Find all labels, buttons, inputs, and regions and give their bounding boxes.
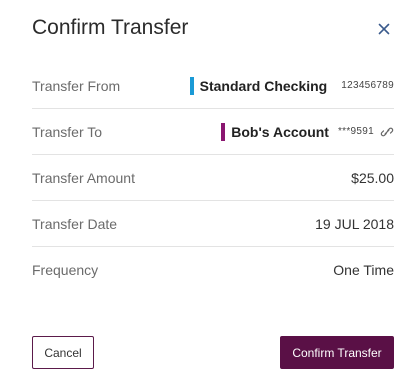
- transfer-from-row: Transfer From Standard Checking 12345678…: [32, 63, 394, 109]
- transfer-from-value: Standard Checking 123456789: [189, 76, 394, 95]
- transfer-amount-label: Transfer Amount: [32, 169, 135, 186]
- transfer-to-row: Transfer To Bob's Account ***9591: [32, 109, 394, 155]
- transfer-amount-row: Transfer Amount $25.00: [32, 155, 394, 201]
- account-color-bar: [189, 76, 194, 95]
- transfer-to-label: Transfer To: [32, 123, 103, 140]
- transfer-amount-value: $25.00: [351, 169, 394, 186]
- from-account-number: 123456789: [341, 80, 394, 91]
- frequency-value: One Time: [333, 262, 394, 278]
- from-account-name: Standard Checking: [199, 77, 328, 94]
- transfer-date-label: Transfer Date: [32, 215, 118, 232]
- dialog-title: Confirm Transfer: [32, 16, 189, 39]
- confirm-transfer-button[interactable]: Confirm Transfer: [280, 336, 394, 369]
- link-icon[interactable]: [380, 125, 394, 139]
- to-account-name: Bob's Account: [231, 123, 329, 140]
- dialog-header: Confirm Transfer: [32, 14, 393, 44]
- confirm-transfer-dialog: Confirm Transfer Transfer From Standard …: [0, 0, 413, 385]
- cancel-button[interactable]: Cancel: [32, 336, 94, 369]
- transfer-details: Transfer From Standard Checking 12345678…: [32, 63, 394, 293]
- transfer-to-value: Bob's Account ***9591: [221, 122, 394, 141]
- to-account-number: ***9591: [337, 126, 374, 137]
- transfer-from-label: Transfer From: [32, 77, 121, 94]
- close-icon[interactable]: [375, 20, 393, 38]
- frequency-label: Frequency: [32, 262, 99, 278]
- transfer-date-row: Transfer Date 19 JUL 2018: [32, 201, 394, 247]
- account-color-bar: [221, 122, 226, 141]
- frequency-row: Frequency One Time: [32, 247, 394, 293]
- dialog-footer: Cancel Confirm Transfer: [32, 336, 394, 369]
- transfer-date-value: 19 JUL 2018: [315, 215, 394, 232]
